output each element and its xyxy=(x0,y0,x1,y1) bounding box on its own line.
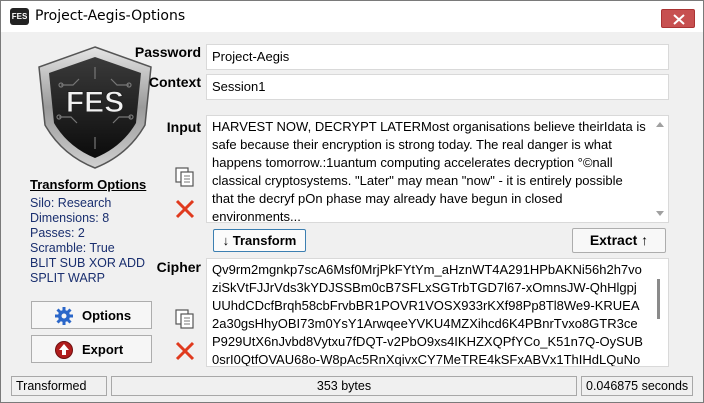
clear-x-icon xyxy=(175,199,195,219)
password-field[interactable]: Project-Aegis xyxy=(206,44,669,70)
status-bar: Transformed 353 bytes 0.046875 seconds xyxy=(1,373,703,402)
context-field[interactable]: Session1 xyxy=(206,74,669,100)
clear-input-button[interactable] xyxy=(174,198,196,220)
status-time: 0.046875 seconds xyxy=(581,376,693,396)
copy-icon xyxy=(175,309,194,329)
window-title: Project-Aegis-Options xyxy=(35,8,186,24)
transform-button[interactable]: ↓ Transform xyxy=(213,229,306,252)
scroll-up-icon[interactable] xyxy=(656,122,664,127)
transform-options-title: Transform Options xyxy=(30,177,147,192)
input-label: Input xyxy=(166,119,201,135)
cipher-scroll-thumb[interactable] xyxy=(657,279,660,319)
export-label: Export xyxy=(82,342,124,357)
option-dimensions: Dimensions: 8 xyxy=(30,211,110,225)
gear-icon xyxy=(55,307,73,325)
export-button[interactable]: Export xyxy=(31,335,152,363)
context-label: Context xyxy=(148,74,201,90)
option-silo: Silo: Research xyxy=(30,196,112,210)
scroll-down-icon[interactable] xyxy=(656,211,664,216)
option-passes: Passes: 2 xyxy=(30,226,85,240)
fes-logo: FES xyxy=(33,45,158,170)
options-label: Options xyxy=(82,308,132,323)
password-label: Password xyxy=(134,44,201,60)
clear-cipher-button[interactable] xyxy=(174,340,196,362)
clear-x-icon xyxy=(175,341,195,361)
copy-input-button[interactable] xyxy=(174,166,196,188)
options-button[interactable]: Options xyxy=(31,301,152,329)
copy-icon xyxy=(175,167,194,187)
cipher-label: Cipher xyxy=(156,259,201,275)
close-button[interactable] xyxy=(661,9,695,28)
export-icon xyxy=(55,341,73,359)
input-scrollbar[interactable] xyxy=(651,116,668,222)
cipher-text: Qv9rm2mgnkp7scA6Msf0MrjPkFYtYm_aHznWT4A2… xyxy=(212,262,643,367)
svg-text:FES: FES xyxy=(66,86,124,119)
option-scramble: Scramble: True xyxy=(30,241,115,255)
app-icon: FES xyxy=(10,8,29,25)
app-window: FES Project-Aegis-Options FES Password P… xyxy=(0,0,704,403)
status-size: 353 bytes xyxy=(111,376,577,396)
cipher-scrollbar[interactable] xyxy=(651,259,668,366)
cipher-textarea[interactable]: Qv9rm2mgnkp7scA6Msf0MrjPkFYtYm_aHznWT4A2… xyxy=(206,258,669,367)
input-textarea[interactable]: HARVEST NOW, DECRYPT LATERMost organisat… xyxy=(206,115,669,223)
copy-cipher-button[interactable] xyxy=(174,308,196,330)
input-text: HARVEST NOW, DECRYPT LATERMost organisat… xyxy=(212,119,646,223)
close-icon xyxy=(673,14,685,25)
extract-button[interactable]: Extract ↑ xyxy=(572,228,666,253)
title-bar: FES Project-Aegis-Options xyxy=(1,1,703,32)
option-ops-2: SPLIT WARP xyxy=(30,271,106,285)
status-state: Transformed xyxy=(11,376,107,396)
